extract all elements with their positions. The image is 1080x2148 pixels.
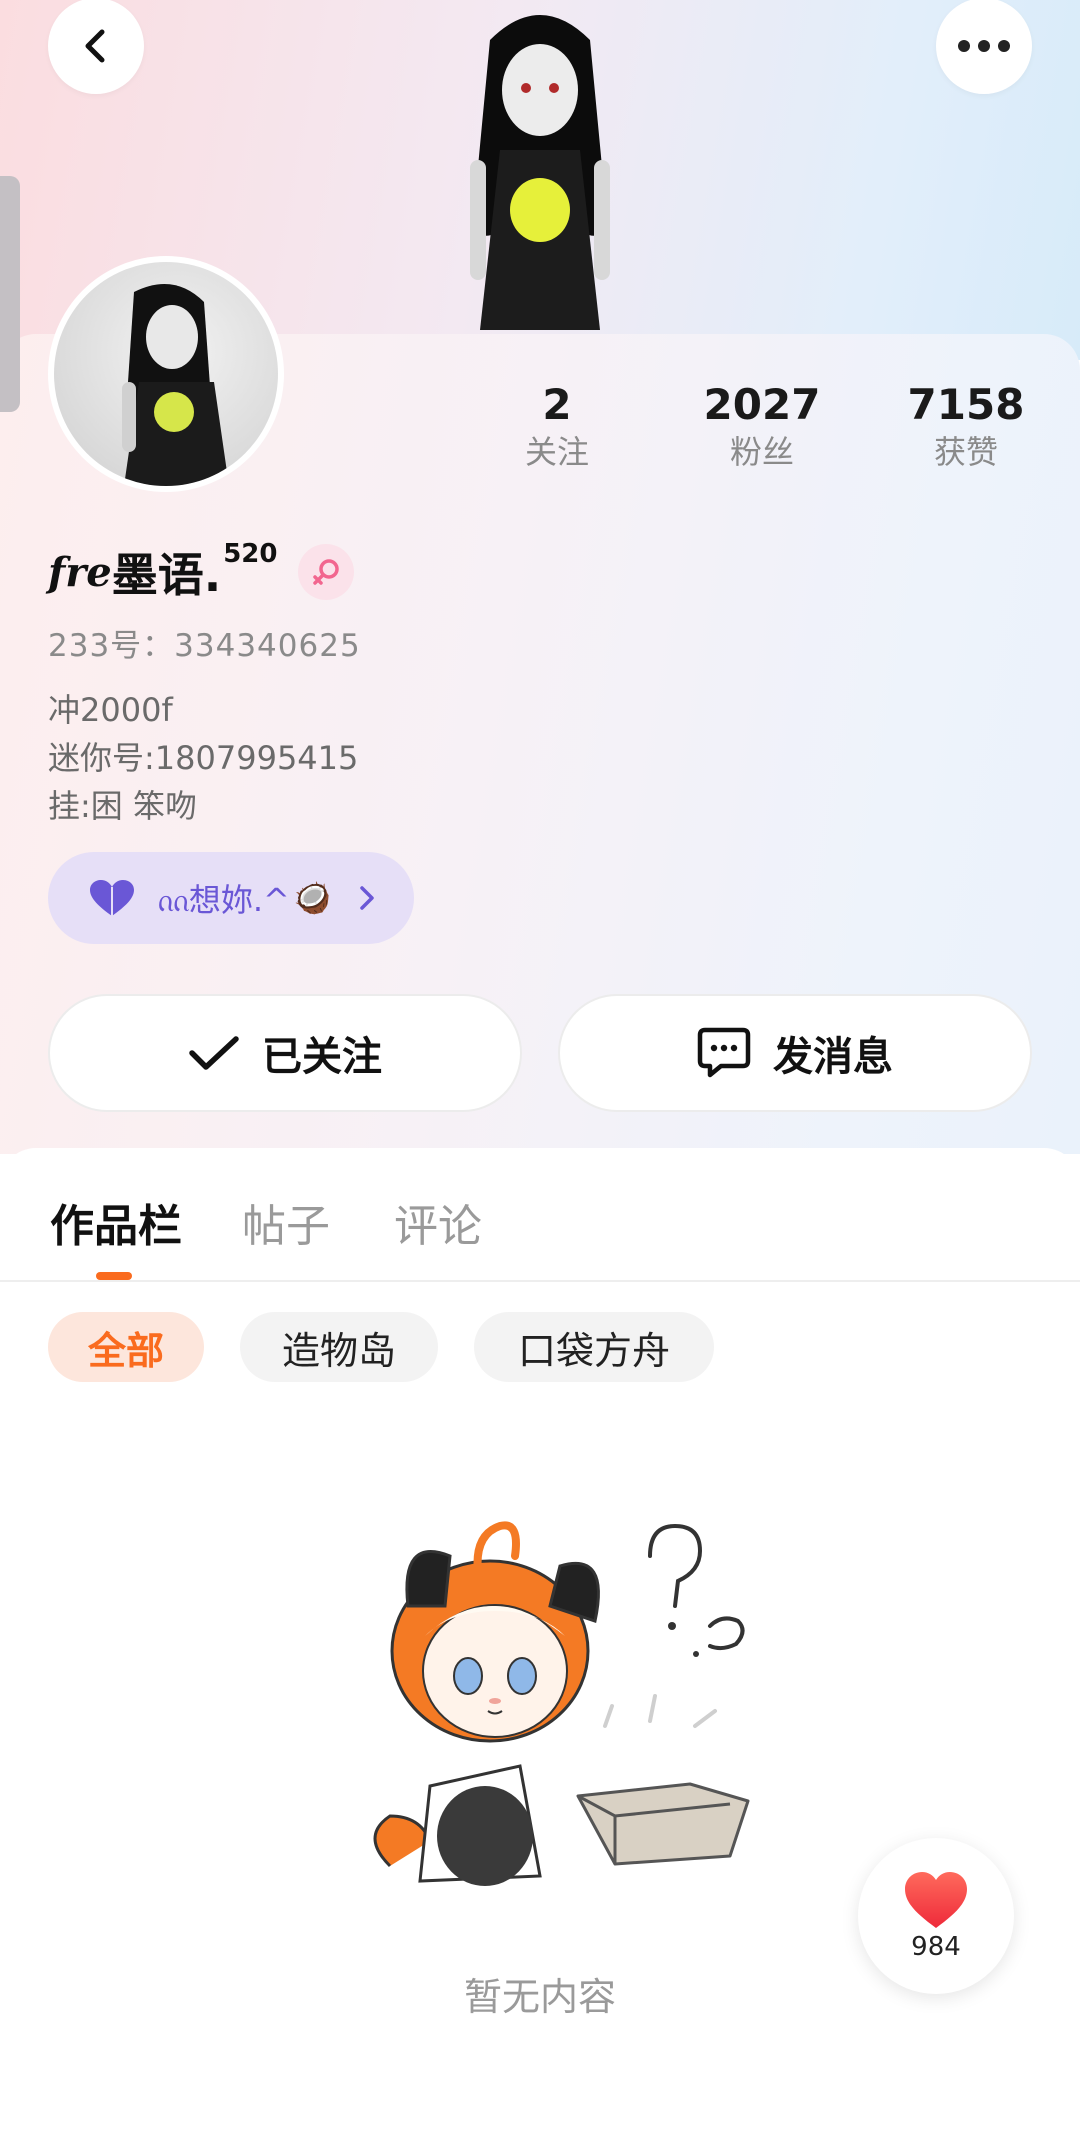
gender-badge — [297, 544, 354, 600]
filter-chip-pocket-ark[interactable]: 口袋方舟 — [474, 1312, 714, 1382]
bio-line: 挂:困 笨吻 — [48, 787, 197, 825]
chevron-right-icon — [360, 886, 374, 910]
coconut-emoji: 🥥 — [293, 880, 332, 916]
female-icon — [312, 559, 339, 585]
more-button[interactable] — [936, 0, 1032, 94]
bio-line: 迷你号:1807995415 — [48, 739, 359, 777]
tab-comments[interactable]: 评论 — [394, 1190, 482, 1254]
username-row: fre 墨语. 520 — [48, 539, 354, 604]
stat-value: 2027 — [703, 380, 821, 429]
check-icon — [189, 1036, 239, 1070]
user-id: 233号：334340625 — [48, 628, 361, 664]
avatar-image — [122, 284, 229, 486]
message-button[interactable]: 发消息 — [558, 994, 1032, 1112]
back-button[interactable] — [48, 0, 144, 94]
filter-chip-creation-island[interactable]: 造物岛 — [240, 1312, 438, 1382]
content-panel: 作品栏 帖子 评论 全部 造物岛 口袋方舟 暂无内容 — [0, 1148, 1080, 2148]
username-superscript: 520 — [223, 539, 278, 569]
like-count: 984 — [911, 1932, 961, 1962]
stat-following[interactable]: 2 关注 — [467, 380, 647, 474]
chevron-left-icon — [85, 29, 105, 63]
stat-label: 关注 — [524, 433, 589, 471]
follow-button-label: 已关注 — [262, 1034, 382, 1080]
heart-icon — [90, 880, 134, 916]
username-prefix: fre — [48, 548, 112, 596]
banner-character-image — [470, 15, 610, 330]
bio: 冲2000f 迷你号:1807995415 挂:困 笨吻 — [48, 686, 358, 830]
tab-works[interactable]: 作品栏 — [50, 1190, 182, 1254]
tab-bar: 作品栏 帖子 评论 — [0, 1148, 1080, 1282]
more-horizontal-icon — [958, 40, 1010, 52]
stat-label: 粉丝 — [729, 433, 794, 471]
filter-chip-all[interactable]: 全部 — [48, 1312, 204, 1382]
tab-active-indicator — [96, 1272, 132, 1280]
stat-value: 2 — [542, 380, 572, 429]
username: 墨语. — [111, 548, 222, 602]
stat-label: 获赞 — [933, 433, 998, 471]
avatar[interactable] — [48, 256, 284, 492]
like-floating-button[interactable]: 984 — [858, 1838, 1014, 1994]
fan-badge-text: ᦶ想妳.^ — [158, 881, 290, 919]
empty-state-illustration — [373, 1521, 750, 1886]
bio-line: 冲2000f — [48, 691, 173, 729]
stat-followers[interactable]: 2027 粉丝 — [672, 380, 852, 474]
chat-bubble-icon — [697, 1027, 751, 1078]
follow-button[interactable]: 已关注 — [48, 994, 522, 1112]
fan-badge-pill[interactable]: ᦶ想妳.^ 🥥 — [48, 852, 414, 944]
heart-icon — [905, 1872, 967, 1928]
side-drawer-handle[interactable] — [0, 176, 20, 412]
tab-posts[interactable]: 帖子 — [242, 1190, 330, 1254]
stat-likes[interactable]: 7158 获赞 — [876, 380, 1056, 474]
message-button-label: 发消息 — [773, 1034, 893, 1080]
stat-value: 7158 — [907, 380, 1025, 429]
